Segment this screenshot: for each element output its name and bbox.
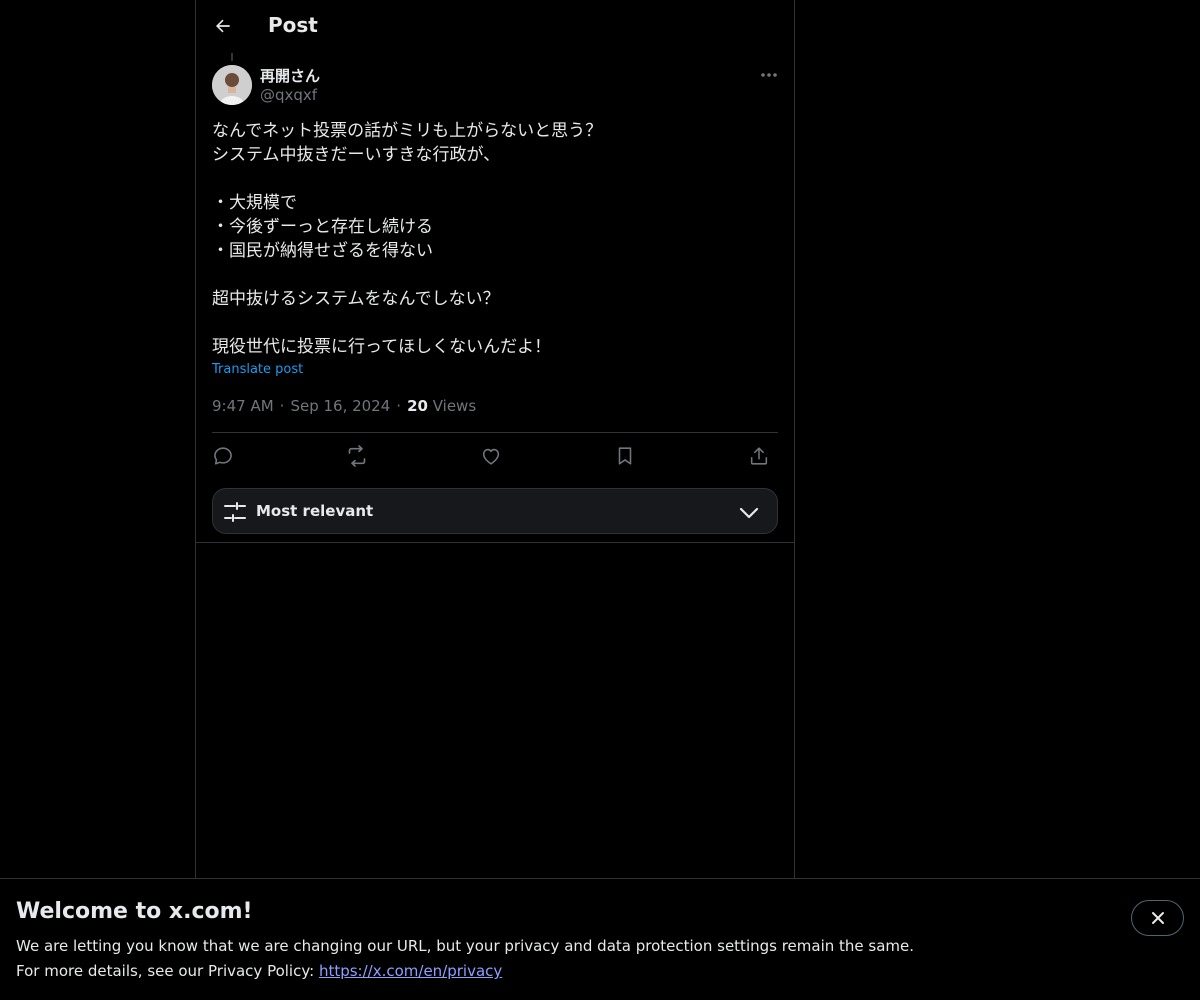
bookmark-icon bbox=[618, 447, 632, 465]
author-name[interactable]: 再開さん bbox=[260, 65, 320, 86]
repost-icon bbox=[348, 445, 366, 467]
avatar-photo bbox=[212, 65, 252, 105]
post-text-line: 現役世代に投票に行ってほしくないんだよ！ bbox=[212, 337, 552, 357]
share-button[interactable] bbox=[744, 441, 774, 471]
banner-message: We are letting you know that we are chan… bbox=[16, 937, 915, 955]
chevron-down-icon bbox=[739, 507, 759, 519]
post-text-line: 超中抜けるシステムをなんでしない？ bbox=[212, 289, 500, 309]
post-date[interactable]: Sep 16, 2024 bbox=[290, 397, 390, 415]
like-icon bbox=[482, 448, 500, 465]
post-text: なんでネット投票の話がミリも上がらないと思う？ システム中抜きだーいすきな行政が、… bbox=[212, 119, 782, 359]
views-label: Views bbox=[432, 397, 477, 415]
post-text-line: ・国民が納得せざるを得ない bbox=[212, 241, 433, 261]
post-column: Post 再開さん @qxqxf なんでネット投票の話がミリも上がらないと思う？… bbox=[195, 0, 795, 878]
reply-button[interactable] bbox=[208, 441, 238, 471]
post-text-line: なんでネット投票の話がミリも上がらないと思う？ bbox=[212, 121, 603, 141]
share-icon bbox=[750, 447, 768, 465]
divider bbox=[212, 432, 778, 433]
top-bar: Post bbox=[196, 0, 794, 53]
more-options-button[interactable] bbox=[754, 64, 784, 86]
page-title: Post bbox=[268, 13, 318, 37]
post-actions bbox=[212, 441, 778, 471]
close-icon bbox=[1151, 912, 1164, 924]
post-text-line bbox=[212, 263, 782, 287]
reply-icon bbox=[214, 447, 232, 465]
translate-post-link[interactable]: Translate post bbox=[212, 362, 303, 377]
arrow-left-icon bbox=[216, 19, 230, 33]
views-count: 20 bbox=[407, 397, 428, 415]
section-divider bbox=[196, 542, 794, 543]
post-text-line: システム中抜きだーいすきな行政が、 bbox=[212, 145, 501, 165]
like-button[interactable] bbox=[476, 441, 506, 471]
post-text-line bbox=[212, 311, 782, 335]
repost-button[interactable] bbox=[342, 441, 372, 471]
more-dots-icon bbox=[761, 73, 777, 77]
meta-separator: · bbox=[279, 397, 285, 415]
banner-privacy-note: For more details, see our Privacy Policy… bbox=[16, 962, 502, 980]
author-handle[interactable]: @qxqxf bbox=[260, 86, 317, 104]
bookmark-button[interactable] bbox=[610, 441, 640, 471]
post-text-line: ・今後ずーっと存在し続ける bbox=[212, 217, 433, 237]
thread-connector bbox=[231, 53, 233, 61]
back-button[interactable] bbox=[206, 9, 240, 43]
close-banner-button[interactable] bbox=[1131, 900, 1184, 936]
post-time[interactable]: 9:47 AM bbox=[212, 397, 274, 415]
post-meta: 9:47 AM · Sep 16, 2024 · 20 Views bbox=[212, 397, 476, 415]
sort-label: Most relevant bbox=[256, 502, 374, 520]
avatar[interactable] bbox=[212, 65, 252, 105]
reply-sort-dropdown[interactable]: Most relevant bbox=[212, 488, 778, 534]
meta-separator: · bbox=[396, 397, 402, 415]
post-text-line bbox=[212, 167, 782, 191]
banner-title: Welcome to x.com! bbox=[16, 899, 253, 924]
welcome-banner: Welcome to x.com! We are letting you kno… bbox=[0, 878, 1200, 1000]
privacy-policy-link[interactable]: https://x.com/en/privacy bbox=[319, 962, 502, 980]
banner-privacy-prefix: For more details, see our Privacy Policy… bbox=[16, 962, 319, 980]
post-text-line: ・大規模で bbox=[212, 193, 297, 213]
sliders-icon bbox=[224, 502, 246, 522]
